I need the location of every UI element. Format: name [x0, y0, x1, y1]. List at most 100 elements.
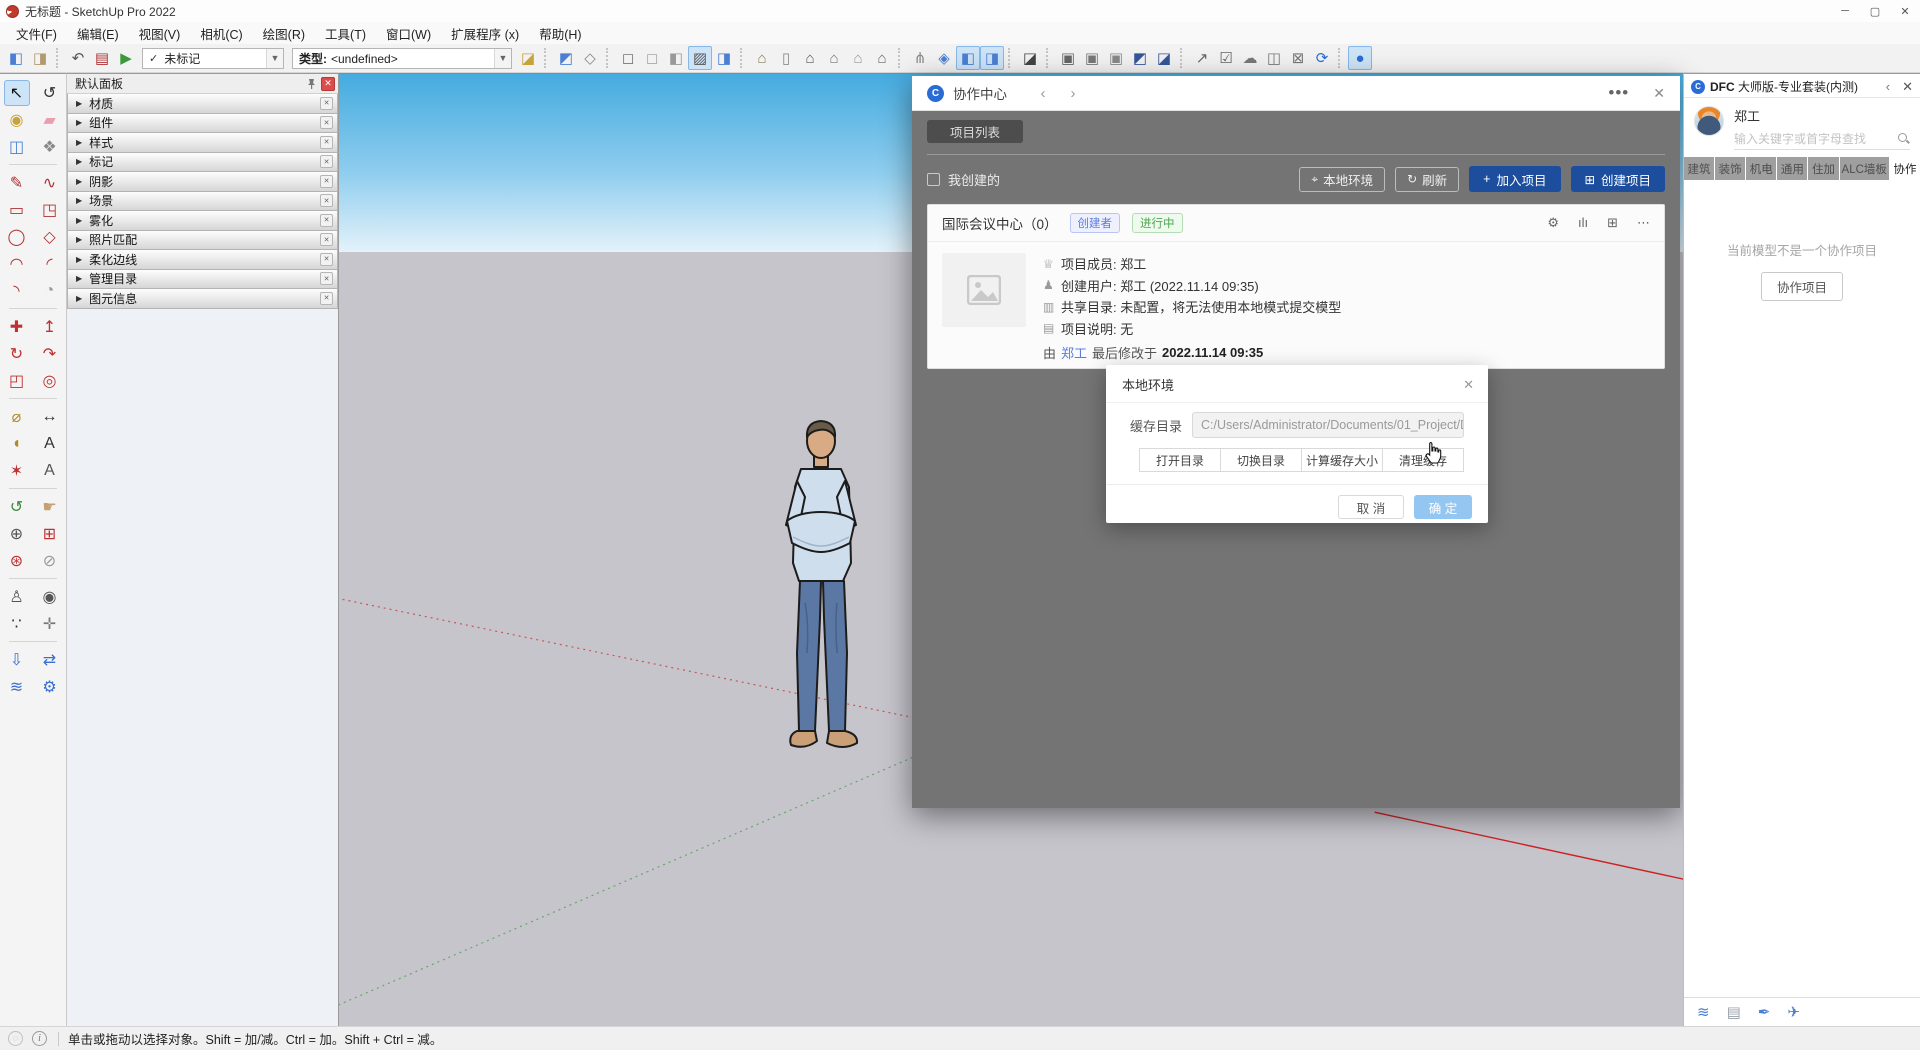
collab-close-icon[interactable]: ✕ — [1653, 85, 1665, 102]
entity-list-icon[interactable]: ▤ — [90, 46, 114, 70]
cache-directory-field[interactable]: C:/Users/Administrator/Documents/01_Proj… — [1192, 412, 1464, 438]
expand-arrow-icon[interactable]: ▶ — [76, 294, 82, 303]
refresh-button[interactable]: ↻ 刷新 — [1395, 167, 1459, 192]
section-close-icon[interactable]: ✕ — [320, 214, 333, 227]
dfc-swap-tool[interactable]: ⇄ — [37, 647, 63, 673]
nav-back-icon[interactable]: ‹ — [1033, 85, 1053, 102]
tab-residential[interactable]: 住加 — [1808, 157, 1839, 180]
geolocation-icon[interactable]: ◌ — [8, 1031, 23, 1046]
top-view-icon[interactable]: ▯ — [774, 46, 798, 70]
scale-tool[interactable]: ◰ — [4, 368, 30, 394]
tab-mep[interactable]: 机电 — [1746, 157, 1777, 180]
section-scenes[interactable]: ▶ 场景 ✕ — [67, 192, 338, 212]
three-point-arc-tool[interactable]: ◝ — [4, 278, 30, 304]
protractor-tool[interactable]: ◖ — [4, 431, 30, 457]
look-around-tool[interactable]: ◉ — [37, 584, 63, 610]
section-close-icon[interactable]: ✕ — [320, 175, 333, 188]
hidden-line-icon[interactable]: ◻ — [640, 46, 664, 70]
component-box-b-icon[interactable]: ▣ — [1080, 46, 1104, 70]
wireframe-icon[interactable]: ◻ — [616, 46, 640, 70]
section-close-icon[interactable]: ✕ — [320, 97, 333, 110]
section-shadows[interactable]: ▶ 阴影 ✕ — [67, 172, 338, 192]
section-entity-info[interactable]: ▶ 图元信息 ✕ — [67, 289, 338, 309]
zoom-window-tool[interactable]: ⊞ — [37, 521, 63, 547]
my-created-checkbox[interactable] — [927, 173, 940, 186]
classifier-icon[interactable]: ◪ — [516, 46, 540, 70]
dfc-download-tool[interactable]: ⇩ — [4, 647, 30, 673]
sync-icon[interactable]: ⟳ — [1310, 46, 1334, 70]
zoom-previous-tool[interactable]: ⊘ — [37, 548, 63, 574]
maximize-button[interactable]: ▢ — [1860, 0, 1890, 22]
section-outliner[interactable]: ▶ 管理目录 ✕ — [67, 270, 338, 290]
expand-arrow-icon[interactable]: ▶ — [76, 196, 82, 205]
pin-icon[interactable] — [306, 78, 317, 89]
right-view-icon[interactable]: ⌂ — [822, 46, 846, 70]
menu-item[interactable]: 视图(V) — [129, 22, 191, 44]
section-close-icon[interactable]: ✕ — [320, 155, 333, 168]
modal-close-icon[interactable]: ✕ — [1463, 377, 1474, 393]
menu-item[interactable]: 扩展程序 (x) — [441, 22, 529, 44]
monochrome-icon[interactable]: ◨ — [712, 46, 736, 70]
calc-cache-size-button[interactable]: 计算缓存大小 — [1301, 448, 1383, 472]
section-close-icon[interactable]: ✕ — [320, 194, 333, 207]
move-tool[interactable]: ✚ — [4, 314, 30, 340]
component-box-e-icon[interactable]: ◪ — [1152, 46, 1176, 70]
section-styles[interactable]: ▶ 样式 ✕ — [67, 133, 338, 153]
tag-dropdown[interactable]: ✓ 未标记 ▼ — [142, 48, 284, 69]
section-fog[interactable]: ▶ 雾化 ✕ — [67, 211, 338, 231]
circle-tool[interactable]: ◯ — [4, 224, 30, 250]
component-tool[interactable]: ◫ — [4, 134, 30, 160]
project-grid-icon[interactable]: ⊞ — [1607, 215, 1618, 231]
section-plane-icon[interactable]: ⋔ — [908, 46, 932, 70]
create-project-button[interactable]: ⊞ 创建项目 — [1571, 166, 1666, 192]
menu-item[interactable]: 编辑(E) — [67, 22, 129, 44]
project-more-icon[interactable]: ⋯ — [1637, 215, 1650, 231]
dfc-settings-tool[interactable]: ⚙ — [37, 674, 63, 700]
shaded-textures-icon[interactable]: ▨ — [688, 46, 712, 70]
local-env-button[interactable]: ⌖ 本地环境 — [1299, 167, 1385, 192]
two-point-arc-tool[interactable]: ◜ — [37, 251, 63, 277]
expand-arrow-icon[interactable]: ▶ — [76, 216, 82, 225]
menu-item[interactable]: 绘图(R) — [253, 22, 315, 44]
rotate-tool[interactable]: ↻ — [4, 341, 30, 367]
modified-by-user-link[interactable]: 郑工 — [1061, 343, 1087, 362]
run-extension-icon[interactable]: ▶ — [114, 46, 138, 70]
lasso-select-tool[interactable]: ↺ — [37, 80, 63, 106]
tab-decoration[interactable]: 装饰 — [1715, 157, 1746, 180]
export-icon[interactable]: ↗ — [1190, 46, 1214, 70]
component-box-d-icon[interactable]: ◩ — [1128, 46, 1152, 70]
tab-architecture[interactable]: 建筑 — [1684, 157, 1715, 180]
pie-tool[interactable]: ◔ — [37, 278, 63, 304]
section-close-icon[interactable]: ✕ — [320, 136, 333, 149]
component-box-a-icon[interactable]: ▣ — [1056, 46, 1080, 70]
zoom-tool[interactable]: ⊕ — [4, 521, 30, 547]
switch-directory-button[interactable]: 切换目录 — [1220, 448, 1302, 472]
expand-arrow-icon[interactable]: ▶ — [76, 235, 82, 244]
section-close-icon[interactable]: ✕ — [320, 233, 333, 246]
picker-icon[interactable]: ✒ — [1758, 1003, 1771, 1021]
front-view-icon[interactable]: ⌂ — [798, 46, 822, 70]
panel-collapse-icon[interactable]: ‹ — [1886, 79, 1890, 94]
walk-tool[interactable]: ∵ — [4, 611, 30, 637]
section-components[interactable]: ▶ 组件 ✕ — [67, 114, 338, 134]
clear-cache-button[interactable]: 清理缓存 — [1382, 448, 1464, 472]
xray-mode-icon[interactable]: ◩ — [554, 46, 578, 70]
project-stats-icon[interactable]: ılı — [1578, 215, 1588, 231]
nav-forward-icon[interactable]: › — [1063, 85, 1083, 102]
package-remove-icon[interactable]: ⊠ — [1286, 46, 1310, 70]
offset-tool[interactable]: ◎ — [37, 368, 63, 394]
menu-item[interactable]: 帮助(H) — [529, 22, 591, 44]
3d-text-tool[interactable]: A — [37, 458, 63, 484]
position-camera-tool[interactable]: ♙ — [4, 584, 30, 610]
arc-tool[interactable]: ◠ — [4, 251, 30, 277]
axes-tool[interactable]: ✶ — [4, 458, 30, 484]
cancel-button[interactable]: 取 消 — [1338, 495, 1404, 519]
section-close-icon[interactable]: ✕ — [320, 272, 333, 285]
ok-button[interactable]: 确 定 — [1414, 495, 1472, 519]
panel-close-icon[interactable]: ✕ — [1902, 79, 1913, 95]
panel-close-button[interactable]: ✕ — [321, 77, 335, 91]
expand-arrow-icon[interactable]: ▶ — [76, 138, 82, 147]
turn-tool[interactable]: ✛ — [37, 611, 63, 637]
follow-me-tool[interactable]: ↷ — [37, 341, 63, 367]
new-model-icon[interactable]: ◧ — [4, 46, 28, 70]
